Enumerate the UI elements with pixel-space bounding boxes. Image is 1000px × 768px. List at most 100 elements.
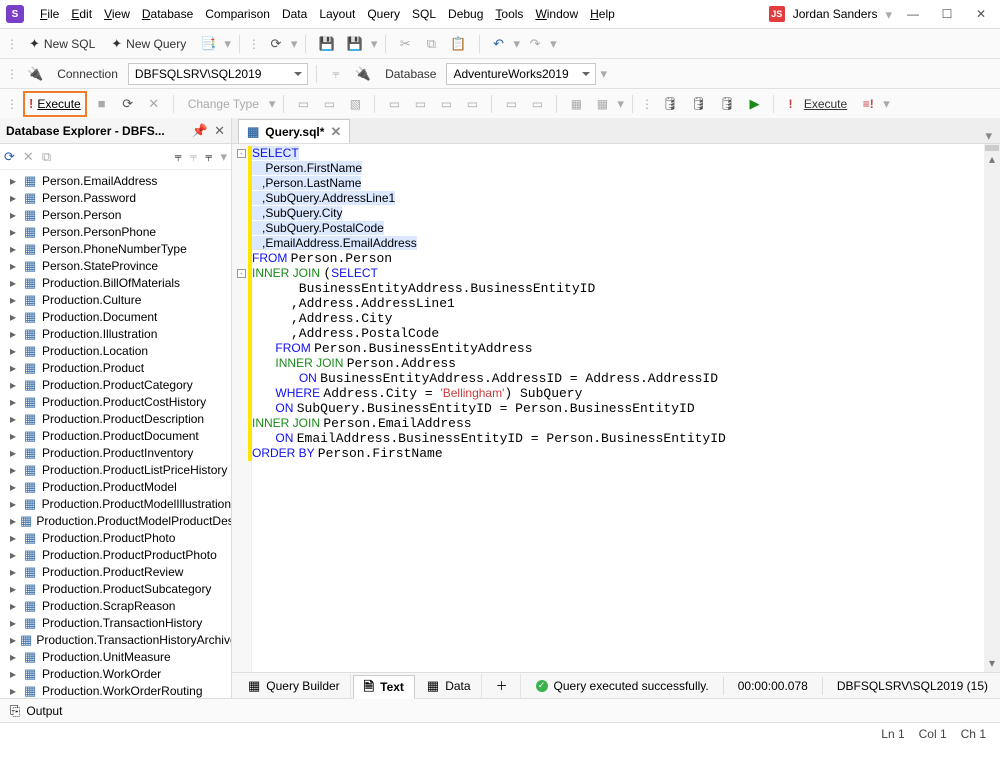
expand-arrow-icon[interactable]: ▸ bbox=[10, 531, 20, 545]
tree-item[interactable]: ▸▦Person.StateProvince bbox=[0, 257, 231, 274]
expand-arrow-icon[interactable]: ▸ bbox=[10, 548, 20, 562]
menu-query[interactable]: Query bbox=[361, 3, 406, 25]
expand-arrow-icon[interactable]: ▸ bbox=[10, 412, 20, 426]
tb-icon[interactable]: ▭ bbox=[383, 93, 405, 115]
expand-arrow-icon[interactable]: ▸ bbox=[10, 599, 20, 613]
tree-item[interactable]: ▸▦Production.ProductModelIllustration bbox=[0, 495, 231, 512]
code-editor[interactable]: SELECT Person.FirstName ,Person.LastName… bbox=[232, 144, 1000, 672]
tree-item[interactable]: ▸▦Person.PhoneNumberType bbox=[0, 240, 231, 257]
menu-debug[interactable]: Debug bbox=[442, 3, 489, 25]
chevron-down-icon[interactable]: ▾ bbox=[291, 37, 298, 50]
expand-arrow-icon[interactable]: ▸ bbox=[10, 463, 20, 477]
tree-item[interactable]: ▸▦Production.Culture bbox=[0, 291, 231, 308]
document-tab[interactable]: ▦ Query.sql* ✕ bbox=[238, 119, 350, 143]
expand-arrow-icon[interactable]: ▸ bbox=[10, 259, 20, 273]
menu-tools[interactable]: Tools bbox=[489, 3, 529, 25]
chevron-down-icon[interactable]: ▾ bbox=[371, 37, 378, 50]
fold-icon[interactable]: - bbox=[237, 149, 246, 158]
tree-item[interactable]: ▸▦Production.TransactionHistoryArchive bbox=[0, 631, 231, 648]
editor-vertical-scrollbar[interactable]: ▴▾ bbox=[984, 144, 1000, 672]
tree-item[interactable]: ▸▦Production.ProductProductPhoto bbox=[0, 546, 231, 563]
tree-item[interactable]: ▸▦Production.ProductCategory bbox=[0, 376, 231, 393]
menu-window[interactable]: Window bbox=[529, 3, 584, 25]
menu-help[interactable]: Help bbox=[584, 3, 621, 25]
menu-view[interactable]: View bbox=[98, 3, 136, 25]
tree-item[interactable]: ▸▦Production.WorkOrder bbox=[0, 665, 231, 682]
expand-arrow-icon[interactable]: ▸ bbox=[10, 208, 20, 222]
undo-button[interactable]: ↶ bbox=[488, 33, 510, 55]
tree-item[interactable]: ▸▦Production.ProductModel bbox=[0, 478, 231, 495]
output-label[interactable]: Output bbox=[26, 704, 62, 718]
menu-database[interactable]: Database bbox=[136, 3, 199, 25]
redo-button[interactable]: ↷ bbox=[524, 33, 546, 55]
change-type-label[interactable]: Change Type bbox=[182, 97, 265, 111]
window-maximize-button[interactable]: ☐ bbox=[934, 4, 960, 24]
filter-icon[interactable]: ⫧ bbox=[325, 63, 347, 85]
expand-arrow-icon[interactable]: ▸ bbox=[10, 191, 20, 205]
stop-button[interactable]: ■ bbox=[91, 93, 113, 115]
db-icon[interactable]: 🛢 bbox=[658, 93, 683, 115]
tree-item[interactable]: ▸▦Production.TransactionHistory bbox=[0, 614, 231, 631]
open-button[interactable]: 📑 bbox=[196, 33, 220, 55]
delete-icon[interactable]: ✕ bbox=[23, 150, 34, 163]
tb-icon[interactable]: ▦ bbox=[565, 93, 587, 115]
expand-arrow-icon[interactable]: ▸ bbox=[10, 344, 20, 358]
tree-item[interactable]: ▸▦Production.Document bbox=[0, 308, 231, 325]
tb-icon[interactable]: ▭ bbox=[409, 93, 431, 115]
run-button[interactable]: ▶ bbox=[743, 93, 765, 115]
connection-icon[interactable]: 🔌 bbox=[23, 63, 47, 85]
tree-item[interactable]: ▸▦Production.ProductModelProductDescript… bbox=[0, 512, 231, 529]
window-minimize-button[interactable]: — bbox=[900, 4, 926, 24]
refresh-button[interactable]: ⟳ bbox=[265, 33, 287, 55]
filter-icon[interactable]: ⫧ bbox=[174, 150, 181, 163]
expand-arrow-icon[interactable]: ▸ bbox=[10, 378, 20, 392]
expand-arrow-icon[interactable]: ▸ bbox=[10, 327, 20, 341]
menu-sql[interactable]: SQL bbox=[406, 3, 442, 25]
expand-arrow-icon[interactable]: ▸ bbox=[10, 242, 20, 256]
tb-icon[interactable]: ▧ bbox=[344, 93, 366, 115]
tree-item[interactable]: ▸▦Person.Password bbox=[0, 189, 231, 206]
tb-icon[interactable]: ▭ bbox=[526, 93, 548, 115]
expand-arrow-icon[interactable]: ▸ bbox=[10, 276, 20, 290]
menu-data[interactable]: Data bbox=[276, 3, 313, 25]
tree-item[interactable]: ▸▦Production.Location bbox=[0, 342, 231, 359]
chevron-down-icon[interactable]: ▾ bbox=[269, 97, 276, 110]
chevron-down-icon[interactable]: ▾ bbox=[617, 97, 624, 110]
expand-arrow-icon[interactable]: ▸ bbox=[10, 225, 20, 239]
expand-arrow-icon[interactable]: ▸ bbox=[10, 514, 16, 528]
tree-item[interactable]: ▸▦Production.ProductPhoto bbox=[0, 529, 231, 546]
tree-item[interactable]: ▸▦Production.ProductListPriceHistory bbox=[0, 461, 231, 478]
split-handle-icon[interactable] bbox=[985, 145, 999, 151]
db-icon[interactable]: 🛢 bbox=[715, 93, 740, 115]
tree-item[interactable]: ▸▦Person.PersonPhone bbox=[0, 223, 231, 240]
chevron-down-icon[interactable]: ▾ bbox=[550, 37, 557, 50]
tb-icon[interactable]: ▦ bbox=[591, 93, 613, 115]
expand-arrow-icon[interactable]: ▸ bbox=[10, 446, 20, 460]
tab-text[interactable]: 🗎Text bbox=[353, 675, 415, 699]
chevron-down-icon[interactable]: ▾ bbox=[600, 67, 607, 80]
filter-icon[interactable]: ⫧ bbox=[190, 150, 197, 163]
refresh-query-button[interactable]: ⟳ bbox=[117, 93, 139, 115]
add-tab-button[interactable]: ＋ bbox=[484, 674, 521, 698]
filter-icon[interactable]: ⫧ bbox=[205, 150, 212, 163]
connection-dropdown[interactable]: DBFSQLSRV\SQL2019 bbox=[128, 63, 308, 85]
tb-icon[interactable]: ▭ bbox=[292, 93, 314, 115]
cancel-edit-button[interactable]: ✕ bbox=[143, 93, 165, 115]
tb-icon[interactable]: ▭ bbox=[500, 93, 522, 115]
tb-icon[interactable]: ▭ bbox=[318, 93, 340, 115]
expand-arrow-icon[interactable]: ▸ bbox=[10, 650, 20, 664]
chevron-down-icon[interactable]: ▾ bbox=[514, 37, 521, 50]
expand-arrow-icon[interactable]: ▸ bbox=[10, 480, 20, 494]
expand-arrow-icon[interactable]: ▸ bbox=[10, 582, 20, 596]
tree-item[interactable]: ▸▦Production.Product bbox=[0, 359, 231, 376]
expand-arrow-icon[interactable]: ▸ bbox=[10, 565, 20, 579]
fold-icon[interactable]: - bbox=[237, 269, 246, 278]
close-panel-icon[interactable]: ✕ bbox=[214, 124, 225, 137]
expand-arrow-icon[interactable]: ▸ bbox=[10, 684, 20, 698]
expand-arrow-icon[interactable]: ▸ bbox=[10, 174, 20, 188]
chevron-down-icon[interactable]: ▾ bbox=[220, 150, 227, 163]
db-icon[interactable]: 🛢 bbox=[686, 93, 711, 115]
tree-item[interactable]: ▸▦Production.ScrapReason bbox=[0, 597, 231, 614]
save-all-button[interactable]: 💾 bbox=[343, 33, 367, 55]
expand-arrow-icon[interactable]: ▸ bbox=[10, 310, 20, 324]
